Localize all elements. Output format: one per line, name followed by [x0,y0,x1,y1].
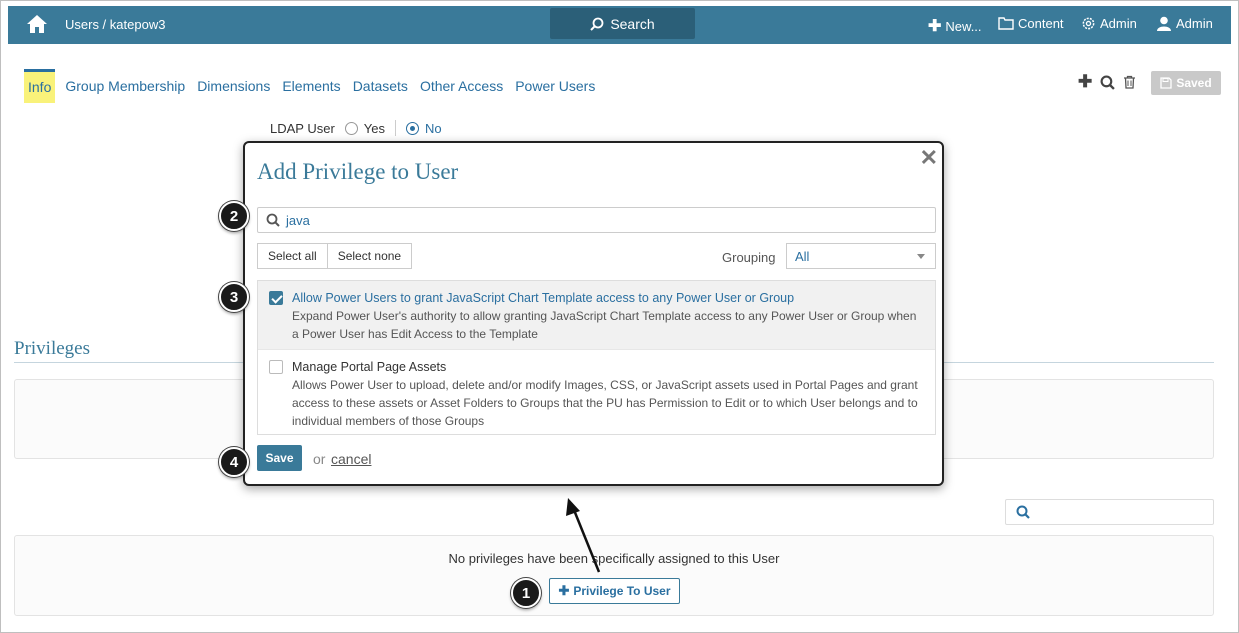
callout-badge: 4 [219,447,249,477]
callout-badge: 3 [219,282,249,312]
callout-badge: 2 [219,201,249,231]
annotation-arrow [566,498,601,573]
callout-badge: 1 [511,578,541,608]
